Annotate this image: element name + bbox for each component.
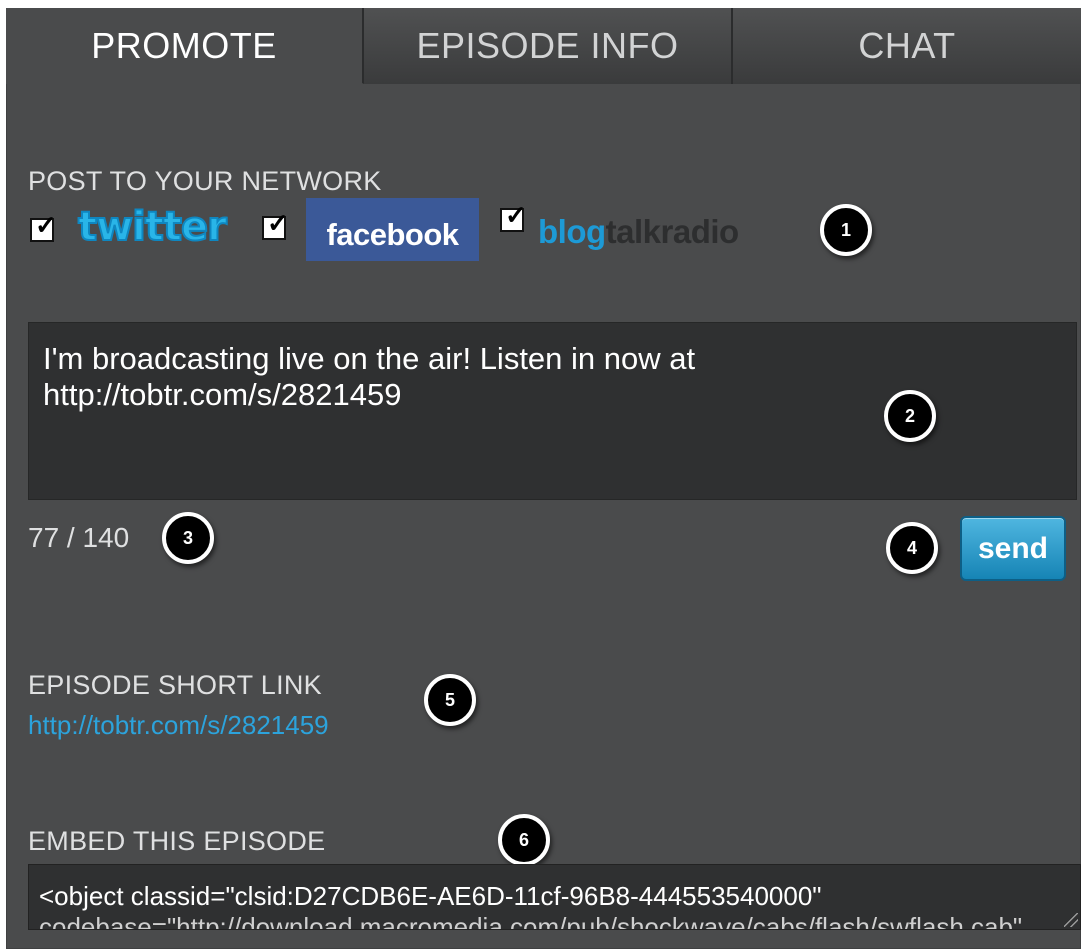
annotation-marker-2: 2	[884, 390, 936, 442]
embed-code-textarea[interactable]: <object classid="clsid:D27CDB6E-AE6D-11c…	[28, 864, 1081, 930]
facebook-checkbox[interactable]: ✓	[262, 210, 289, 240]
blogtalkradio-logo: blogtalkradio	[538, 213, 739, 250]
short-link-heading: EPISODE SHORT LINK	[28, 670, 322, 700]
tab-episode-info[interactable]: EPISODE INFO	[364, 8, 733, 84]
post-to-network-heading: POST TO YOUR NETWORK	[28, 166, 382, 196]
facebook-logo: facebook	[306, 198, 479, 261]
send-button[interactable]: send	[960, 516, 1066, 581]
annotation-marker-5: 5	[424, 674, 476, 726]
episode-short-link[interactable]: http://tobtr.com/s/2821459	[28, 710, 329, 741]
embed-code-line-2: codebase="http://download.macromedia.com…	[39, 912, 1023, 930]
annotation-marker-4: 4	[886, 522, 938, 574]
annotation-marker-3: 3	[162, 512, 214, 564]
twitter-checkbox[interactable]: ✓	[30, 212, 57, 242]
resize-grip-icon[interactable]	[1064, 913, 1078, 927]
embed-heading: EMBED THIS EPISODE	[28, 826, 326, 856]
tab-chat[interactable]: CHAT	[733, 8, 1081, 84]
blogtalkradio-checkbox[interactable]: ✓	[500, 202, 527, 232]
embed-code-line-1: <object classid="clsid:D27CDB6E-AE6D-11c…	[39, 881, 822, 911]
annotation-marker-1: 1	[820, 204, 872, 256]
promote-panel: PROMOTE EPISODE INFO CHAT POST TO YOUR N…	[6, 8, 1081, 949]
annotation-marker-6: 6	[498, 814, 550, 866]
tab-bar: PROMOTE EPISODE INFO CHAT	[6, 8, 1081, 84]
twitter-logo: twitter	[77, 203, 228, 251]
tab-promote[interactable]: PROMOTE	[6, 8, 364, 84]
character-count: 77 / 140	[28, 522, 130, 553]
